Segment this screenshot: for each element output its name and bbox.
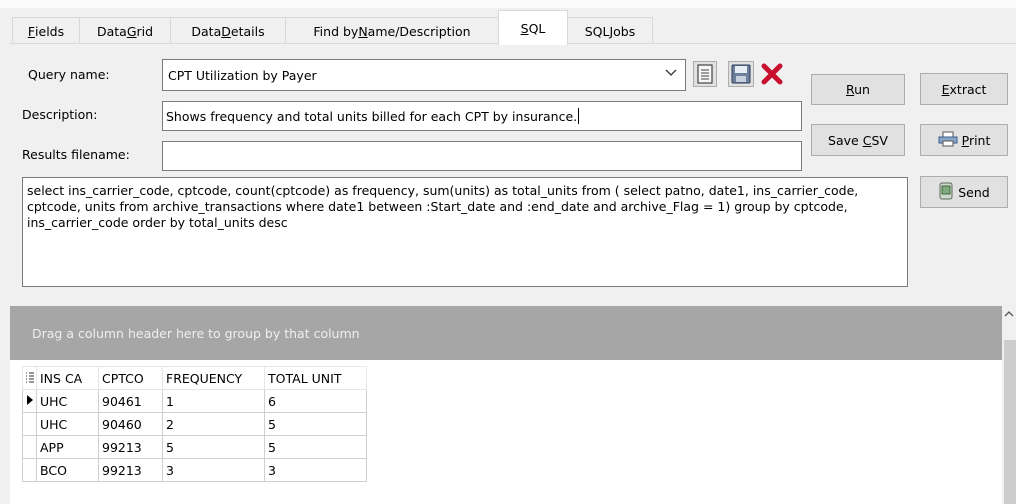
column-header-ins-carrier[interactable]: INS CA [36, 366, 99, 390]
scroll-thumb[interactable] [1004, 340, 1016, 504]
printer-icon [938, 131, 958, 150]
tab-data-details[interactable]: Data Details [170, 17, 286, 44]
column-header-frequency[interactable]: FREQUENCY [162, 366, 265, 390]
delete-query-button[interactable] [758, 60, 788, 88]
results-table: INS CA CPTCO FREQUENCY TOTAL UNIT UHC 90… [22, 366, 367, 482]
table-cell[interactable]: 3 [162, 458, 265, 482]
tab-find-by-name[interactable]: Find by Name/Description [285, 17, 499, 44]
tab-sql[interactable]: S QL [498, 10, 568, 45]
header-row: INS CA CPTCO FREQUENCY TOTAL UNIT [22, 366, 367, 390]
description-field[interactable]: Shows frequency and total units billed f… [162, 101, 802, 131]
splitter[interactable] [0, 296, 1016, 306]
chevron-down-icon[interactable] [665, 67, 677, 81]
tab-fields[interactable]: Fields [12, 17, 80, 44]
table-cell[interactable]: 90461 [98, 389, 163, 413]
send-label: Send [958, 184, 990, 200]
table-cell[interactable]: UHC [36, 389, 99, 413]
print-label: Print [961, 132, 991, 148]
table-cell[interactable]: 5 [162, 435, 265, 459]
group-hint: Drag a column header here to group by th… [32, 325, 360, 341]
column-header-total-units[interactable]: TOTAL UNIT [264, 366, 367, 390]
extract-label: Extract [941, 81, 987, 97]
table-row[interactable]: UHC 90461 1 6 [22, 389, 367, 413]
sql-editor[interactable]: select ins_carrier_code, cptcode, count(… [22, 177, 908, 287]
table-row[interactable]: BCO 99213 3 3 [22, 458, 367, 482]
save-csv-label: Save CSV [828, 132, 888, 148]
scroll-up-icon[interactable] [1004, 310, 1014, 321]
red-x-icon [758, 63, 786, 91]
new-query-button[interactable] [693, 61, 717, 87]
send-button[interactable]: Send [920, 176, 1008, 208]
results-filename-field[interactable] [162, 141, 802, 171]
table-cell[interactable]: 5 [264, 412, 367, 436]
table-cell[interactable]: 99213 [98, 458, 163, 482]
table-cell[interactable]: BCO [36, 458, 99, 482]
row-indicator [22, 435, 37, 459]
query-name-label: Query name: [28, 67, 110, 82]
table-cell[interactable]: 6 [264, 389, 367, 413]
tab-sql-jobs[interactable]: SQL Jobs [567, 17, 653, 44]
table-cell[interactable]: UHC [36, 412, 99, 436]
description-label: Description: [22, 107, 98, 122]
current-row-icon [22, 389, 37, 413]
save-csv-button[interactable]: Save CSV [811, 124, 905, 156]
floppy-disk-icon [729, 64, 753, 89]
column-header-cptcode[interactable]: CPTCO [98, 366, 163, 390]
group-by-panel[interactable]: Drag a column header here to group by th… [10, 306, 1002, 360]
table-cell[interactable]: APP [36, 435, 99, 459]
description-value: Shows frequency and total units billed f… [166, 108, 578, 124]
save-query-button[interactable] [728, 61, 754, 87]
table-cell[interactable]: 5 [264, 435, 367, 459]
table-cell[interactable]: 99213 [98, 435, 163, 459]
table-cell[interactable]: 1 [162, 389, 265, 413]
table-cell[interactable]: 90460 [98, 412, 163, 436]
table-row[interactable]: APP 99213 5 5 [22, 435, 367, 459]
text-cursor [578, 108, 580, 124]
table-cell[interactable]: 3 [264, 458, 367, 482]
query-name-value: CPT Utilization by Payer [168, 68, 317, 83]
extract-button[interactable]: Extract [920, 73, 1008, 105]
run-label: Run [846, 82, 870, 97]
mail-icon [938, 182, 954, 203]
run-button[interactable]: Run [811, 74, 905, 105]
tab-bar: Fields Data Grid Data Details Find by Na… [0, 0, 1016, 45]
results-filename-label: Results filename: [22, 147, 130, 162]
table-row[interactable]: UHC 90460 2 5 [22, 412, 367, 436]
row-indicator [22, 458, 37, 482]
tab-data-grid[interactable]: Data Grid [79, 17, 171, 44]
column-chooser-icon[interactable] [22, 366, 37, 390]
document-icon [694, 64, 716, 89]
query-name-combo[interactable]: CPT Utilization by Payer [162, 59, 686, 91]
print-button[interactable]: Print [920, 124, 1008, 156]
left-edge [0, 44, 10, 504]
grid-vertical-scrollbar[interactable] [1002, 306, 1016, 504]
table-cell[interactable]: 2 [162, 412, 265, 436]
row-indicator [22, 412, 37, 436]
